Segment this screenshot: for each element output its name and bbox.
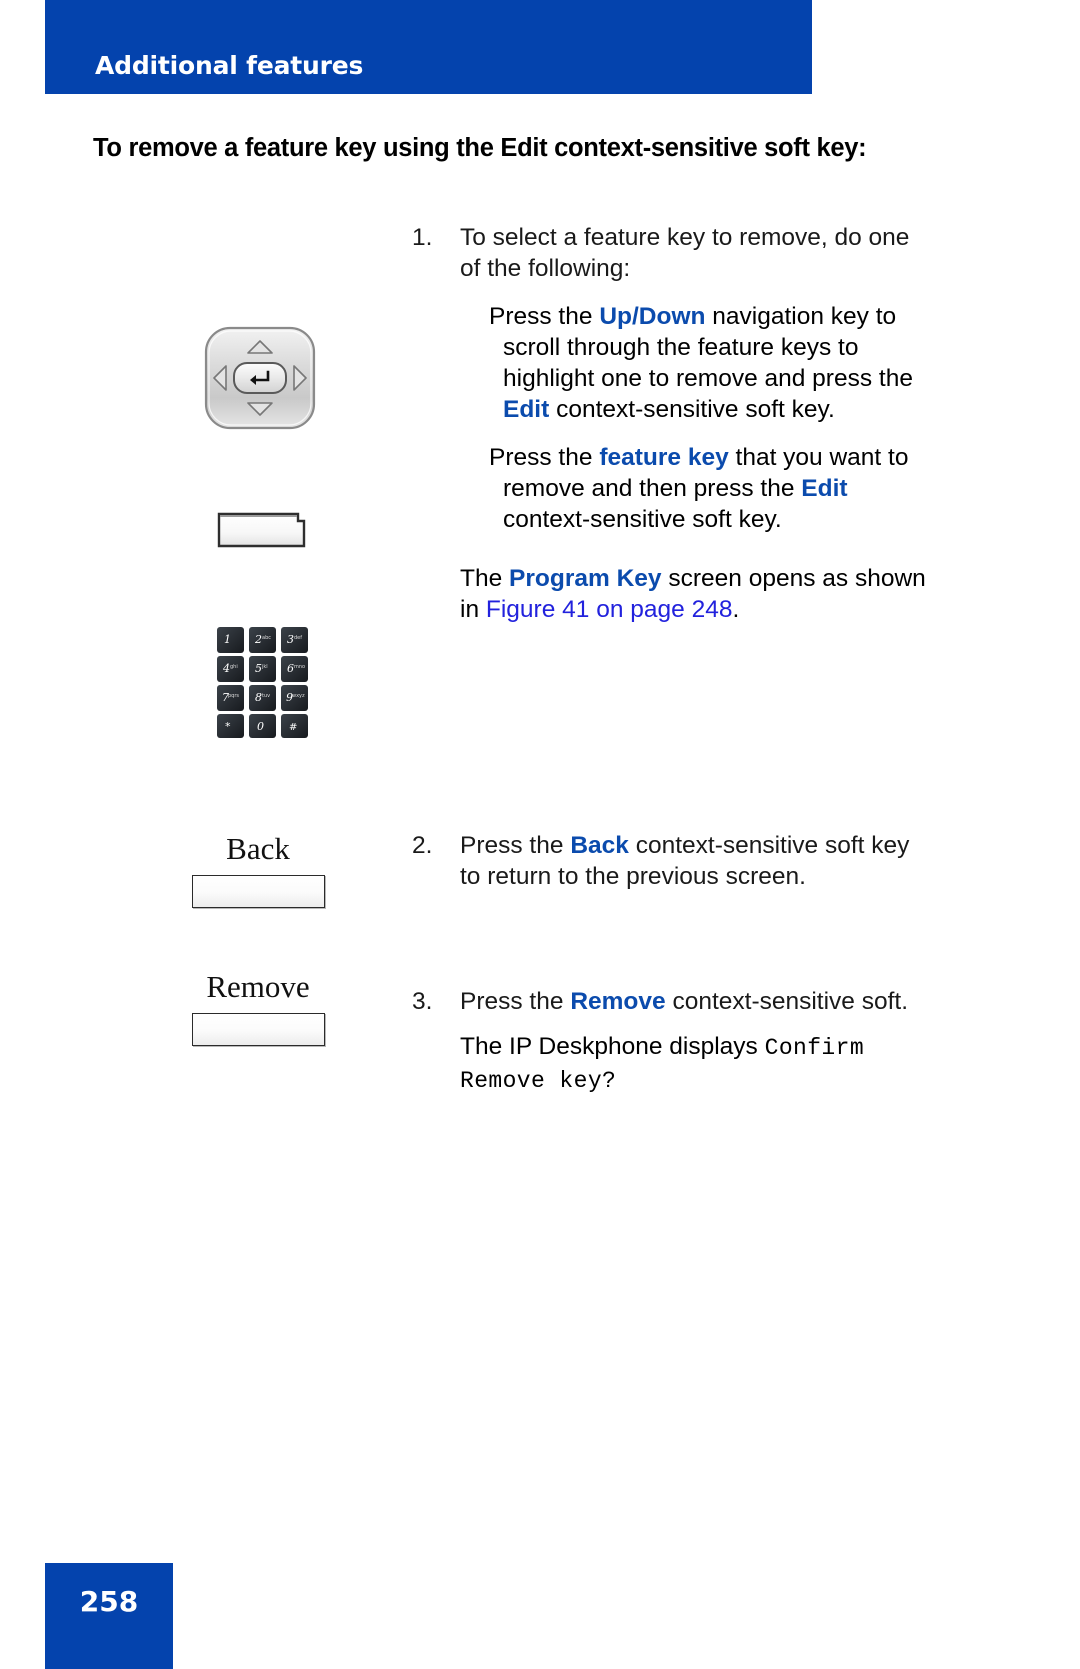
svg-text:1: 1: [224, 633, 231, 646]
step-3-number: 3.: [412, 988, 433, 1015]
step-1-option-b: Press the feature key that you want to r…: [489, 442, 932, 535]
navigation-pad-icon: [198, 322, 322, 439]
softkey-back-button[interactable]: [191, 875, 325, 908]
svg-text:jkl: jkl: [261, 664, 268, 670]
step-2: 2. Press the Back context-sensitive soft…: [412, 830, 932, 892]
softkey-remove-label: Remove: [206, 969, 310, 1004]
step-1-option-a: Press the Up/Down navigation key to scro…: [489, 301, 932, 425]
option-b-post: context-sensitive soft key.: [503, 506, 782, 533]
svg-text:4: 4: [222, 662, 230, 675]
result-1-post: .: [732, 596, 740, 623]
instruction-text-column: 1. To select a feature key to remove, do…: [412, 222, 932, 1097]
softkey-back-label: Back: [226, 831, 290, 866]
step-3-pre: Press the: [460, 988, 571, 1015]
step-3-text: Press the Remove context-sensitive soft.: [460, 986, 932, 1017]
softkey-remove-button[interactable]: [191, 1013, 325, 1046]
step-2-back: Back: [570, 832, 629, 859]
feature-key-icon: [216, 508, 308, 555]
option-a-post: context-sensitive soft key.: [549, 396, 835, 423]
figure-41-link[interactable]: Figure 41 on page 248: [486, 596, 733, 623]
svg-text:wxyz: wxyz: [292, 693, 305, 699]
step-3-post: context-sensitive soft.: [665, 988, 909, 1015]
svg-text:0: 0: [257, 720, 264, 733]
illustration-column: 1 2 abc 3 def 4 ghi 5 jkl 6 mno 7 pqrs 8…: [0, 0, 412, 1669]
option-a-down: Down: [638, 303, 706, 330]
svg-text:abc: abc: [262, 635, 271, 641]
page-number: 258: [79, 1585, 139, 1618]
option-b-featurekey: feature key: [599, 444, 729, 471]
result-3-pre: The IP Deskphone displays: [460, 1033, 765, 1060]
step-3-result: The IP Deskphone displays Confirm Remove…: [460, 1031, 932, 1097]
step-1-number: 1.: [412, 224, 433, 251]
option-a-edit: Edit: [503, 396, 550, 423]
svg-text:6: 6: [287, 662, 294, 675]
softkey-back[interactable]: Back: [128, 830, 388, 908]
dialpad-icon: 1 2 abc 3 def 4 ghi 5 jkl 6 mno 7 pqrs 8…: [215, 625, 310, 745]
option-a-slash: /: [631, 303, 639, 330]
result-1-program-key: Program Key: [509, 565, 662, 592]
step-3: 3. Press the Remove context-sensitive so…: [412, 986, 932, 1017]
svg-text:5: 5: [255, 662, 262, 675]
step-1: 1. To select a feature key to remove, do…: [412, 222, 932, 284]
svg-text:3: 3: [287, 633, 294, 646]
svg-text:8: 8: [255, 691, 262, 704]
step-2-pre: Press the: [460, 832, 571, 859]
svg-text:ghi: ghi: [230, 664, 238, 670]
softkey-remove[interactable]: Remove: [128, 968, 388, 1046]
svg-text:pqrs: pqrs: [228, 693, 239, 699]
svg-text:mno: mno: [294, 664, 305, 670]
step-1-result: The Program Key screen opens as shown in…: [460, 563, 932, 625]
step-2-text: Press the Back context-sensitive soft ke…: [460, 830, 932, 892]
step-1-text: To select a feature key to remove, do on…: [460, 224, 910, 282]
step-2-number: 2.: [412, 832, 433, 859]
svg-text:tuv: tuv: [262, 693, 270, 699]
option-a-up: Up: [599, 303, 632, 330]
svg-text:*: *: [225, 720, 231, 733]
result-1-pre: The: [460, 565, 510, 592]
option-b-pre: Press the: [489, 444, 600, 471]
option-b-edit: Edit: [801, 475, 848, 502]
option-a-pre: Press the: [489, 303, 600, 330]
svg-text:def: def: [294, 635, 302, 641]
page-number-block: 258: [45, 1563, 173, 1669]
step-3-remove: Remove: [570, 988, 666, 1015]
svg-text:#: #: [289, 722, 297, 733]
svg-text:2: 2: [254, 633, 262, 646]
